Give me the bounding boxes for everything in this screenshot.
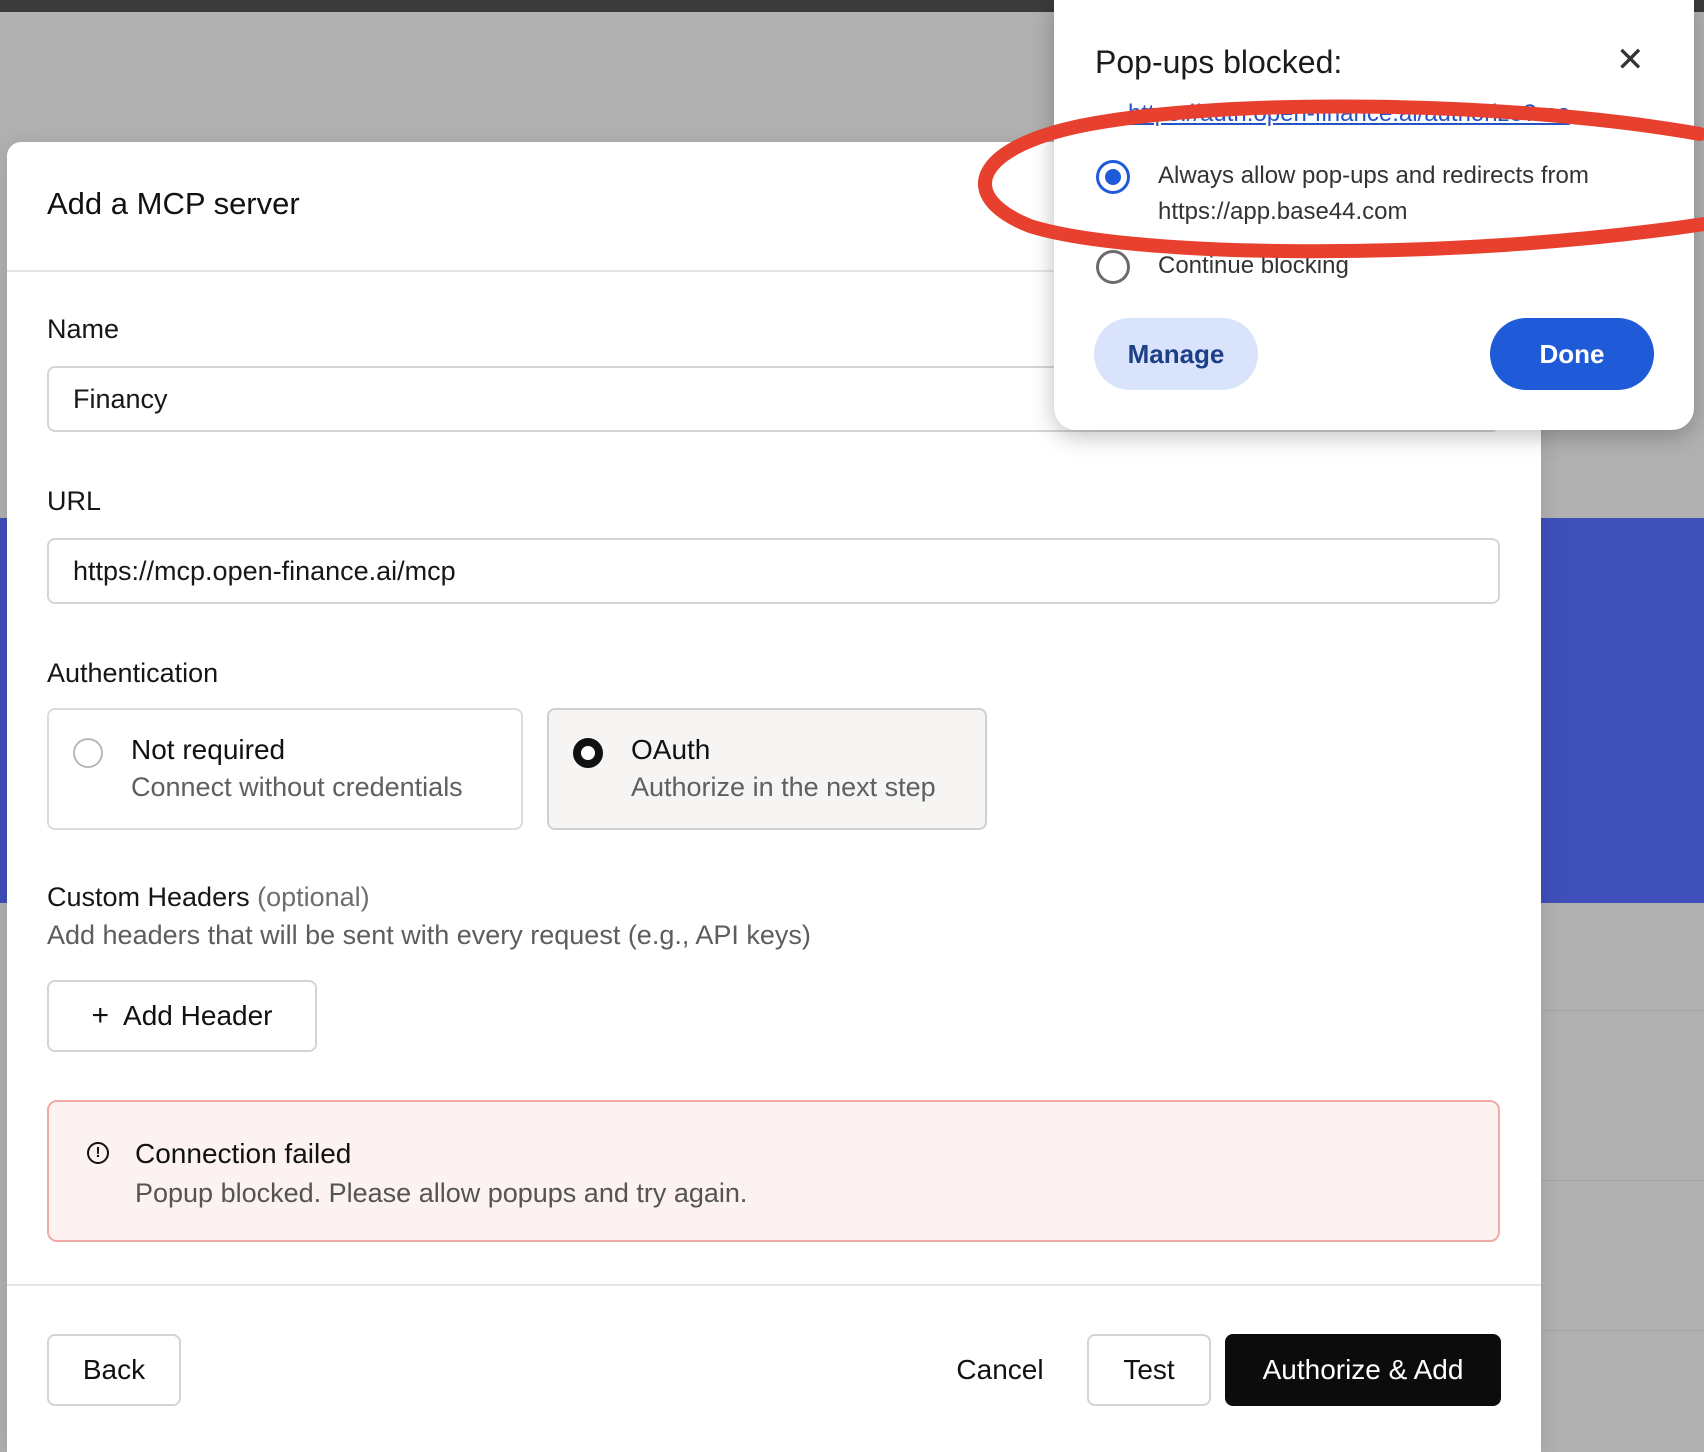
background-divider	[1541, 1180, 1704, 1181]
background-divider	[1541, 1010, 1704, 1011]
alert-title: Connection failed	[135, 1138, 352, 1169]
custom-headers-title: Custom Headers	[47, 882, 250, 912]
optional-tag: (optional)	[257, 882, 370, 912]
auth-option-title: Not required	[131, 734, 286, 765]
radio-selected-icon[interactable]	[573, 738, 603, 768]
manage-button[interactable]: Manage	[1094, 318, 1258, 390]
custom-headers-helper: Add headers that will be sent with every…	[47, 920, 811, 950]
name-input-value: Financy	[73, 383, 168, 414]
auth-option-subtitle: Authorize in the next step	[631, 772, 936, 802]
alert-circle-icon: !	[87, 1142, 109, 1164]
continue-blocking-label[interactable]: Continue blocking	[1158, 248, 1349, 284]
radio-unselected-icon[interactable]	[73, 738, 103, 768]
auth-option-oauth[interactable]: OAuth Authorize in the next step	[547, 708, 987, 830]
popup-title: Pop-ups blocked:	[1095, 44, 1343, 80]
always-allow-line1: Always allow pop-ups and redirects from	[1158, 162, 1589, 189]
back-button[interactable]: Back	[47, 1334, 181, 1406]
custom-headers-label: Custom Headers (optional)	[47, 882, 370, 913]
footer-divider	[7, 1284, 1541, 1286]
name-label: Name	[47, 314, 120, 344]
always-allow-radio[interactable]	[1096, 160, 1130, 194]
plus-icon: +	[91, 999, 110, 1032]
test-button[interactable]: Test	[1087, 1334, 1211, 1406]
modal-title: Add a MCP server	[47, 186, 300, 221]
auth-option-title: OAuth	[631, 734, 711, 765]
bullet-icon	[1120, 112, 1125, 117]
authorize-add-button[interactable]: Authorize & Add	[1225, 1334, 1501, 1406]
background-divider	[1541, 1330, 1704, 1331]
add-header-button[interactable]: + Add Header	[47, 980, 317, 1052]
url-input-value: https://mcp.open-finance.ai/mcp	[73, 555, 456, 586]
url-label: URL	[47, 486, 102, 516]
connection-failed-alert: ! Connection failed Popup blocked. Pleas…	[47, 1100, 1500, 1242]
auth-option-not-required[interactable]: Not required Connect without credentials	[47, 708, 523, 830]
done-button[interactable]: Done	[1490, 318, 1654, 390]
authentication-label: Authentication	[47, 658, 219, 688]
close-icon[interactable]: ✕	[1616, 40, 1645, 80]
blocked-popup-link[interactable]: https://auth.open-finance.ai/authorize?r…	[1128, 100, 1684, 132]
alert-message: Popup blocked. Please allow popups and t…	[135, 1178, 748, 1208]
popups-blocked-bubble: Pop-ups blocked: ✕ https://auth.open-fin…	[1054, 0, 1694, 430]
always-allow-line2: https://app.base44.com	[1158, 198, 1408, 225]
continue-blocking-radio[interactable]	[1096, 250, 1130, 284]
auth-option-subtitle: Connect without credentials	[131, 772, 463, 802]
background-blue-panel	[1540, 518, 1704, 903]
cancel-button[interactable]: Cancel	[935, 1334, 1065, 1406]
url-input[interactable]: https://mcp.open-finance.ai/mcp	[47, 538, 1500, 604]
add-header-label: Add Header	[123, 1000, 273, 1031]
always-allow-label[interactable]: Always allow pop-ups and redirects from …	[1158, 158, 1589, 230]
